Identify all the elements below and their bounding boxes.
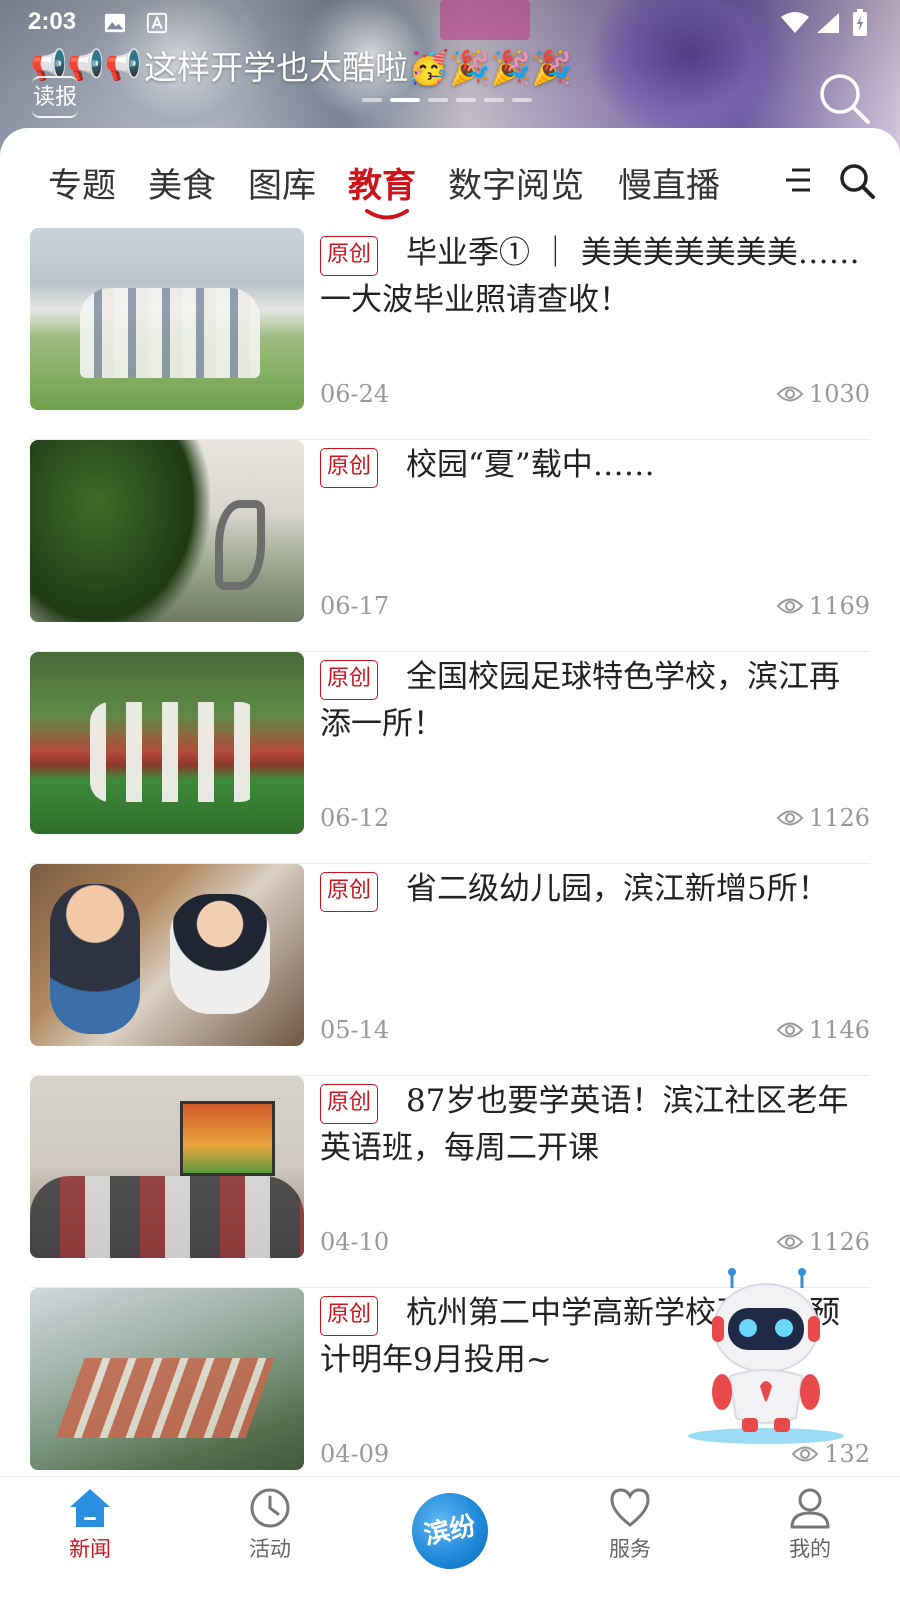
category-tabs: 专题 美食 图库 教育 数字阅览 慢直播 [0, 128, 900, 228]
clock-icon [250, 1488, 290, 1528]
nav-profile[interactable]: 我的 [750, 1487, 870, 1563]
carousel-dot-active [390, 98, 420, 102]
news-item[interactable]: 省二级幼儿园，滨江新增5所！ 原创 05-14 1146 [30, 864, 870, 1076]
nav-label: 新闻 [69, 1537, 111, 1561]
robot-assistant-icon[interactable] [686, 1268, 846, 1448]
news-date: 04-10 [320, 1228, 390, 1256]
cell-signal-icon [817, 13, 839, 33]
view-count-value: 1126 [808, 1228, 870, 1256]
home-icon [70, 1489, 110, 1527]
view-count: 1146 [776, 1016, 870, 1044]
view-count: 1126 [776, 1228, 870, 1256]
news-date: 05-14 [320, 1016, 390, 1044]
eye-icon [776, 386, 803, 402]
news-thumbnail [30, 228, 304, 410]
thumbnail-scene [215, 500, 265, 590]
tab-slow-live[interactable]: 慢直播 [618, 158, 720, 207]
news-item[interactable]: 全国校园足球特色学校，滨江再添一所！ 原创 06-12 1126 [30, 652, 870, 864]
read-newspaper-button[interactable]: 读报 [32, 76, 78, 118]
original-tag: 原创 [320, 660, 379, 700]
search-icon[interactable] [838, 162, 876, 200]
news-thumbnail [30, 1288, 304, 1470]
tab-gallery[interactable]: 图库 [248, 158, 316, 207]
news-thumbnail [30, 1076, 304, 1258]
thumbnail-scene [90, 702, 260, 802]
original-tag: 原创 [320, 448, 379, 488]
app-logo-button[interactable]: 滨纷 [404, 1485, 496, 1577]
original-tag: 原创 [320, 1084, 379, 1124]
carousel-indicator [362, 98, 532, 102]
eye-icon [776, 1234, 803, 1250]
eye-icon [776, 810, 803, 826]
thumbnail-scene [180, 1101, 275, 1176]
nav-label: 我的 [789, 1537, 831, 1561]
nav-label: 服务 [609, 1537, 651, 1561]
nav-label: 活动 [249, 1537, 291, 1561]
keyboard-a-icon [146, 12, 168, 34]
news-date: 04-09 [320, 1440, 390, 1468]
news-date: 06-12 [320, 804, 390, 832]
gallery-icon [104, 13, 126, 33]
tab-digital-reading[interactable]: 数字阅览 [448, 158, 584, 207]
news-title: 毕业季① ｜ 美美美美美美美……一大波毕业照请查收！ [320, 235, 860, 318]
view-count-value: 1146 [808, 1016, 870, 1044]
tab-food[interactable]: 美食 [148, 158, 216, 207]
battery-icon [853, 9, 867, 36]
nav-activities[interactable]: 活动 [210, 1487, 330, 1563]
original-tag: 原创 [320, 872, 379, 912]
eye-icon [776, 1022, 803, 1038]
search-icon[interactable] [818, 72, 872, 126]
active-tab-indicator [365, 209, 409, 220]
bottom-navigation: 新闻 活动 滨纷 服务 我的 [0, 1476, 900, 1600]
news-title: 全国校园足球特色学校，滨江再添一所！ [320, 659, 840, 742]
menu-icon[interactable] [782, 166, 812, 194]
carousel-dot [362, 98, 382, 102]
news-thumbnail [30, 652, 304, 834]
news-title: 87岁也要学英语！滨江社区老年英语班，每周二开课 [320, 1083, 849, 1166]
view-count: 1169 [776, 592, 870, 620]
news-item[interactable]: 毕业季① ｜ 美美美美美美美……一大波毕业照请查收！ 原创 06-24 1030 [30, 228, 870, 440]
banner-headline-text: 这样开学也太酷啦🥳🎉🎉🎉 [144, 48, 573, 87]
carousel-dot [428, 98, 448, 102]
news-thumbnail [30, 440, 304, 622]
status-time: 2:03 [28, 8, 77, 35]
news-item[interactable]: 87岁也要学英语！滨江社区老年英语班，每周二开课 原创 04-10 1126 [30, 1076, 870, 1288]
eye-icon [776, 598, 803, 614]
news-item[interactable]: 校园“夏”载中…… 原创 06-17 1169 [30, 440, 870, 652]
carousel-dot [484, 98, 504, 102]
tab-topics[interactable]: 专题 [48, 158, 116, 207]
news-date: 06-24 [320, 380, 390, 408]
thumbnail-scene [80, 288, 260, 378]
thumbnail-scene [30, 1176, 304, 1258]
news-title: 省二级幼儿园，滨江新增5所！ [406, 871, 829, 907]
view-count-value: 1169 [808, 592, 870, 620]
original-tag: 原创 [320, 236, 379, 276]
news-title: 校园“夏”载中…… [406, 447, 655, 483]
nav-services[interactable]: 服务 [570, 1487, 690, 1563]
view-count-value: 1126 [808, 804, 870, 832]
thumbnail-scene [30, 440, 210, 622]
banner-headline[interactable]: 📢📢📢 这样开学也太酷啦🥳🎉🎉🎉 [30, 40, 572, 90]
thumbnail-scene [55, 1358, 275, 1438]
thumbnail-scene [50, 884, 140, 1034]
wifi-icon [781, 12, 809, 33]
news-thumbnail [30, 864, 304, 1046]
heart-icon [610, 1488, 650, 1527]
carousel-dot [456, 98, 476, 102]
view-count-value: 1030 [808, 380, 870, 408]
view-count: 1126 [776, 804, 870, 832]
thumbnail-scene [170, 894, 270, 1014]
tab-education[interactable]: 教育 [348, 158, 416, 207]
nav-news[interactable]: 新闻 [30, 1487, 150, 1563]
carousel-dot [512, 98, 532, 102]
person-icon [790, 1488, 830, 1529]
news-date: 06-17 [320, 592, 390, 620]
original-tag: 原创 [320, 1296, 379, 1336]
view-count: 1030 [776, 380, 870, 408]
